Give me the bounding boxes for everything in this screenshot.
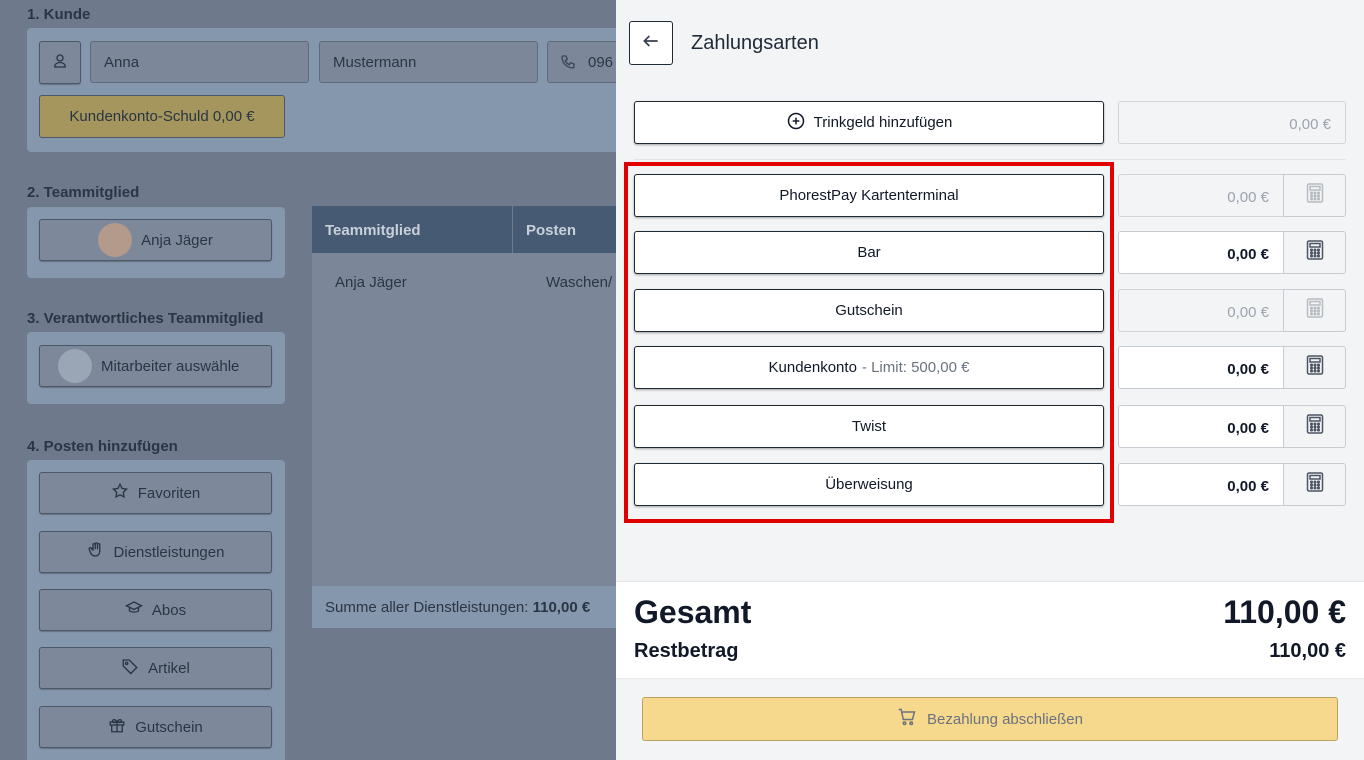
- table-footer-label: Summe aller Dienstleistungen:: [325, 599, 529, 616]
- team-member-name: Anja Jäger: [141, 231, 213, 249]
- table-footer: Summe aller Dienstleistungen: 110,00 €: [312, 586, 616, 628]
- phone-icon: [560, 54, 576, 75]
- table-cell-item: Waschen/: [546, 274, 613, 291]
- remaining-value: 110,00 €: [1269, 640, 1346, 662]
- calculator-button-bank-transfer[interactable]: [1283, 463, 1346, 506]
- payment-methods-drawer: Zahlungsarten Trinkgeld hinzufügen 0,00 …: [616, 0, 1364, 760]
- cart-icon: [897, 707, 917, 731]
- services-label: Dienstleistungen: [113, 543, 225, 561]
- first-name-field[interactable]: Anna: [90, 41, 309, 83]
- subscriptions-button[interactable]: Abos: [39, 589, 272, 631]
- avatar: [98, 223, 133, 257]
- add-tip-label: Trinkgeld hinzufügen: [813, 114, 953, 131]
- avatar-placeholder: [58, 349, 92, 383]
- section-title-customer: 1. Kunde: [27, 6, 91, 23]
- divider: [634, 159, 1346, 160]
- calculator-icon: [1306, 298, 1324, 323]
- responsible-member-label: Mitarbeiter auswähle: [101, 357, 240, 375]
- last-name-field[interactable]: Mustermann: [319, 41, 538, 83]
- back-button[interactable]: [629, 21, 673, 65]
- calculator-icon: [1306, 183, 1324, 208]
- column-header-item: Posten: [526, 222, 577, 239]
- section-title-responsible: 3. Verantwortliches Teammitglied: [27, 310, 264, 327]
- section-title-team-member: 2. Teammitglied: [27, 184, 140, 201]
- team-member-button[interactable]: Anja Jäger: [39, 219, 272, 261]
- calculator-button-voucher[interactable]: [1283, 289, 1346, 332]
- gift-icon: [108, 716, 126, 738]
- add-tip-button[interactable]: Trinkgeld hinzufügen: [634, 101, 1104, 144]
- remaining-label: Restbetrag: [634, 640, 739, 662]
- calculator-icon: [1306, 414, 1324, 439]
- table-cell-team-member: Anja Jäger: [335, 274, 407, 291]
- column-header-team-member: Teammitglied: [312, 206, 513, 253]
- amount-field-phorestpay[interactable]: 0,00 €: [1118, 174, 1284, 217]
- customer-debt-button[interactable]: Kundenkonto-Schuld 0,00 €: [39, 95, 285, 138]
- graduation-cap-icon: [124, 599, 143, 621]
- articles-label: Artikel: [148, 659, 190, 677]
- articles-button[interactable]: Artikel: [39, 647, 272, 689]
- voucher-button[interactable]: Gutschein: [39, 706, 272, 748]
- star-icon: [111, 482, 129, 504]
- favorites-label: Favoriten: [137, 484, 201, 502]
- total-value: 110,00 €: [1223, 594, 1346, 630]
- total-label: Gesamt: [634, 594, 752, 630]
- calculator-icon: [1306, 472, 1324, 497]
- calculator-button-twist[interactable]: [1283, 405, 1346, 448]
- amount-field-customer-account[interactable]: 0,00 €: [1118, 346, 1284, 389]
- arrow-left-icon: [641, 31, 661, 56]
- phone-value: 096: [588, 54, 614, 71]
- background-page: 1. Kunde Anna Mustermann 096 Kundenkonto…: [0, 0, 616, 760]
- calculator-button-cash[interactable]: [1283, 231, 1346, 274]
- payment-methods-highlight: [624, 162, 1114, 523]
- calculator-icon: [1306, 355, 1324, 380]
- finish-payment-button[interactable]: Bezahlung abschließen: [642, 697, 1338, 741]
- plus-circle-icon: [786, 111, 806, 135]
- amount-field-cash[interactable]: 0,00 €: [1118, 231, 1284, 274]
- table-footer-value: 110,00 €: [532, 599, 591, 616]
- table-header: Teammitglied Posten: [312, 206, 616, 253]
- amount-field-bank-transfer[interactable]: 0,00 €: [1118, 463, 1284, 506]
- finish-payment-label: Bezahlung abschließen: [927, 710, 1083, 728]
- calculator-button-phorestpay[interactable]: [1283, 174, 1346, 217]
- services-button[interactable]: Dienstleistungen: [39, 531, 272, 573]
- customer-profile-button[interactable]: [39, 41, 81, 84]
- amount-field-twist[interactable]: 0,00 €: [1118, 405, 1284, 448]
- amount-field-voucher[interactable]: 0,00 €: [1118, 289, 1284, 332]
- tip-amount-field[interactable]: 0,00 €: [1118, 101, 1346, 144]
- totals-section: Gesamt 110,00 € Restbetrag 110,00 €: [616, 581, 1364, 679]
- section-title-add-items: 4. Posten hinzufügen: [27, 438, 178, 455]
- services-table: Teammitglied Posten Anja Jäger Waschen/ …: [312, 206, 616, 628]
- user-icon: [51, 52, 69, 74]
- favorites-button[interactable]: Favoriten: [39, 472, 272, 514]
- hand-icon: [87, 541, 105, 563]
- phone-field[interactable]: 096: [547, 41, 616, 83]
- calculator-icon: [1306, 240, 1324, 265]
- calculator-button-customer-account[interactable]: [1283, 346, 1346, 389]
- voucher-label: Gutschein: [135, 718, 203, 736]
- subscriptions-label: Abos: [151, 601, 187, 619]
- responsible-member-button[interactable]: Mitarbeiter auswähle: [39, 345, 272, 387]
- tag-icon: [121, 657, 139, 679]
- drawer-title: Zahlungsarten: [691, 32, 819, 54]
